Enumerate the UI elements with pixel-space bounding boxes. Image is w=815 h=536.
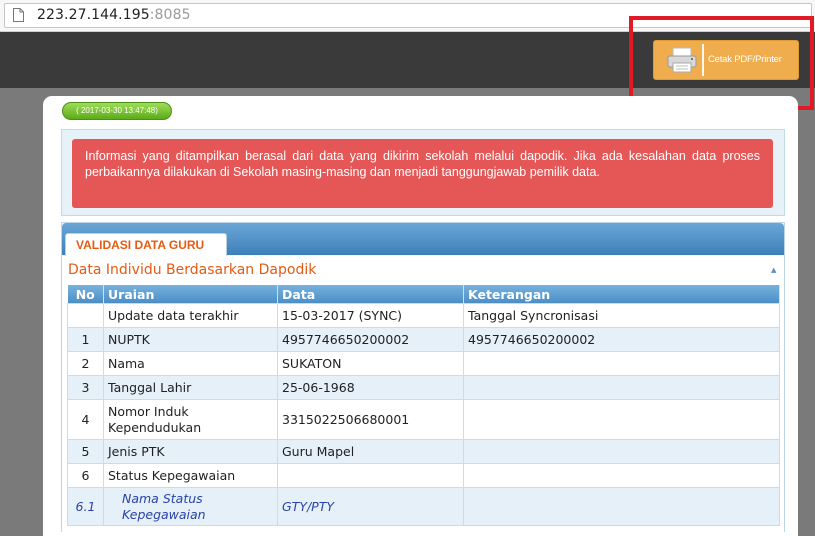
- cell-keterangan: [463, 463, 780, 488]
- cell-keterangan: [463, 351, 780, 376]
- cell-uraian: Nama Status Kepegawaian: [103, 487, 278, 526]
- cell-no: 1: [67, 327, 104, 352]
- column-header-data: Data: [277, 285, 464, 304]
- data-table: No Uraian Data Keterangan Update data te…: [67, 285, 780, 526]
- timestamp-badge: ( 2017-03-30 13:47:48): [62, 102, 172, 120]
- cell-keterangan: [463, 375, 780, 400]
- collapse-icon[interactable]: ▲: [771, 266, 779, 274]
- cell-no: 6.1: [67, 487, 104, 526]
- table-row: 5 Jenis PTK Guru Mapel: [67, 439, 780, 464]
- cell-no: 4: [67, 399, 104, 440]
- cell-data: 15-03-2017 (SYNC): [277, 303, 464, 328]
- cell-no: 5: [67, 439, 104, 464]
- cell-no: 2: [67, 351, 104, 376]
- cell-keterangan: 4957746650200002: [463, 327, 780, 352]
- print-pdf-button[interactable]: Cetak PDF/Printer: [653, 40, 799, 80]
- cell-uraian: Jenis PTK: [103, 439, 278, 464]
- tab-validasi-data-guru[interactable]: VALIDASI DATA GURU: [65, 233, 227, 256]
- table-row: 3 Tanggal Lahir 25-06-1968: [67, 375, 780, 400]
- cell-uraian: Status Kepegawaian: [103, 463, 278, 488]
- page-icon: [13, 8, 24, 22]
- cell-data: 25-06-1968: [277, 375, 464, 400]
- printer-icon: [667, 47, 697, 73]
- url-input[interactable]: 223.27.144.195:8085: [4, 3, 812, 28]
- print-button-label: Cetak PDF/Printer: [708, 54, 782, 65]
- cell-no: 3: [67, 375, 104, 400]
- column-header-keterangan: Keterangan: [463, 285, 780, 304]
- cell-data: GTY/PTY: [277, 487, 464, 526]
- cell-no: 6: [67, 463, 104, 488]
- cell-keterangan: [463, 439, 780, 464]
- table-row: 4 Nomor Induk Kependudukan 3315022506680…: [67, 399, 780, 440]
- url-host: 223.27.144.195: [37, 7, 150, 23]
- cell-uraian: Update data terakhir: [103, 303, 278, 328]
- cell-data: Guru Mapel: [277, 439, 464, 464]
- alert-message: Informasi yang ditampilkan berasal dari …: [72, 139, 773, 208]
- button-separator: [702, 44, 704, 76]
- table-row: 2 Nama SUKATON: [67, 351, 780, 376]
- table-header-row: No Uraian Data Keterangan: [67, 285, 780, 304]
- url-text: 223.27.144.195:8085: [37, 7, 191, 23]
- cell-uraian: Nomor Induk Kependudukan: [103, 399, 278, 440]
- cell-uraian: NUPTK: [103, 327, 278, 352]
- cell-data: [277, 463, 464, 488]
- cell-keterangan: [463, 399, 780, 440]
- cell-no: [67, 303, 104, 328]
- cell-uraian: Nama: [103, 351, 278, 376]
- table-row: 6 Status Kepegawaian: [67, 463, 780, 488]
- table-row: 6.1 Nama Status Kepegawaian GTY/PTY: [67, 487, 780, 526]
- table-row: 1 NUPTK 4957746650200002 495774665020000…: [67, 327, 780, 352]
- cell-uraian: Tanggal Lahir: [103, 375, 278, 400]
- column-header-no: No: [67, 285, 104, 304]
- column-header-uraian: Uraian: [103, 285, 278, 304]
- cell-data: 3315022506680001: [277, 399, 464, 440]
- cell-data: 4957746650200002: [277, 327, 464, 352]
- cell-data: SUKATON: [277, 351, 464, 376]
- cell-keterangan: Tanggal Syncronisasi: [463, 303, 780, 328]
- browser-address-bar: 223.27.144.195:8085: [0, 0, 815, 32]
- table-row: Update data terakhir 15-03-2017 (SYNC) T…: [67, 303, 780, 328]
- section-title: Data Individu Berdasarkan Dapodik: [68, 262, 317, 278]
- cell-keterangan: [463, 487, 780, 526]
- url-port: :8085: [149, 7, 191, 23]
